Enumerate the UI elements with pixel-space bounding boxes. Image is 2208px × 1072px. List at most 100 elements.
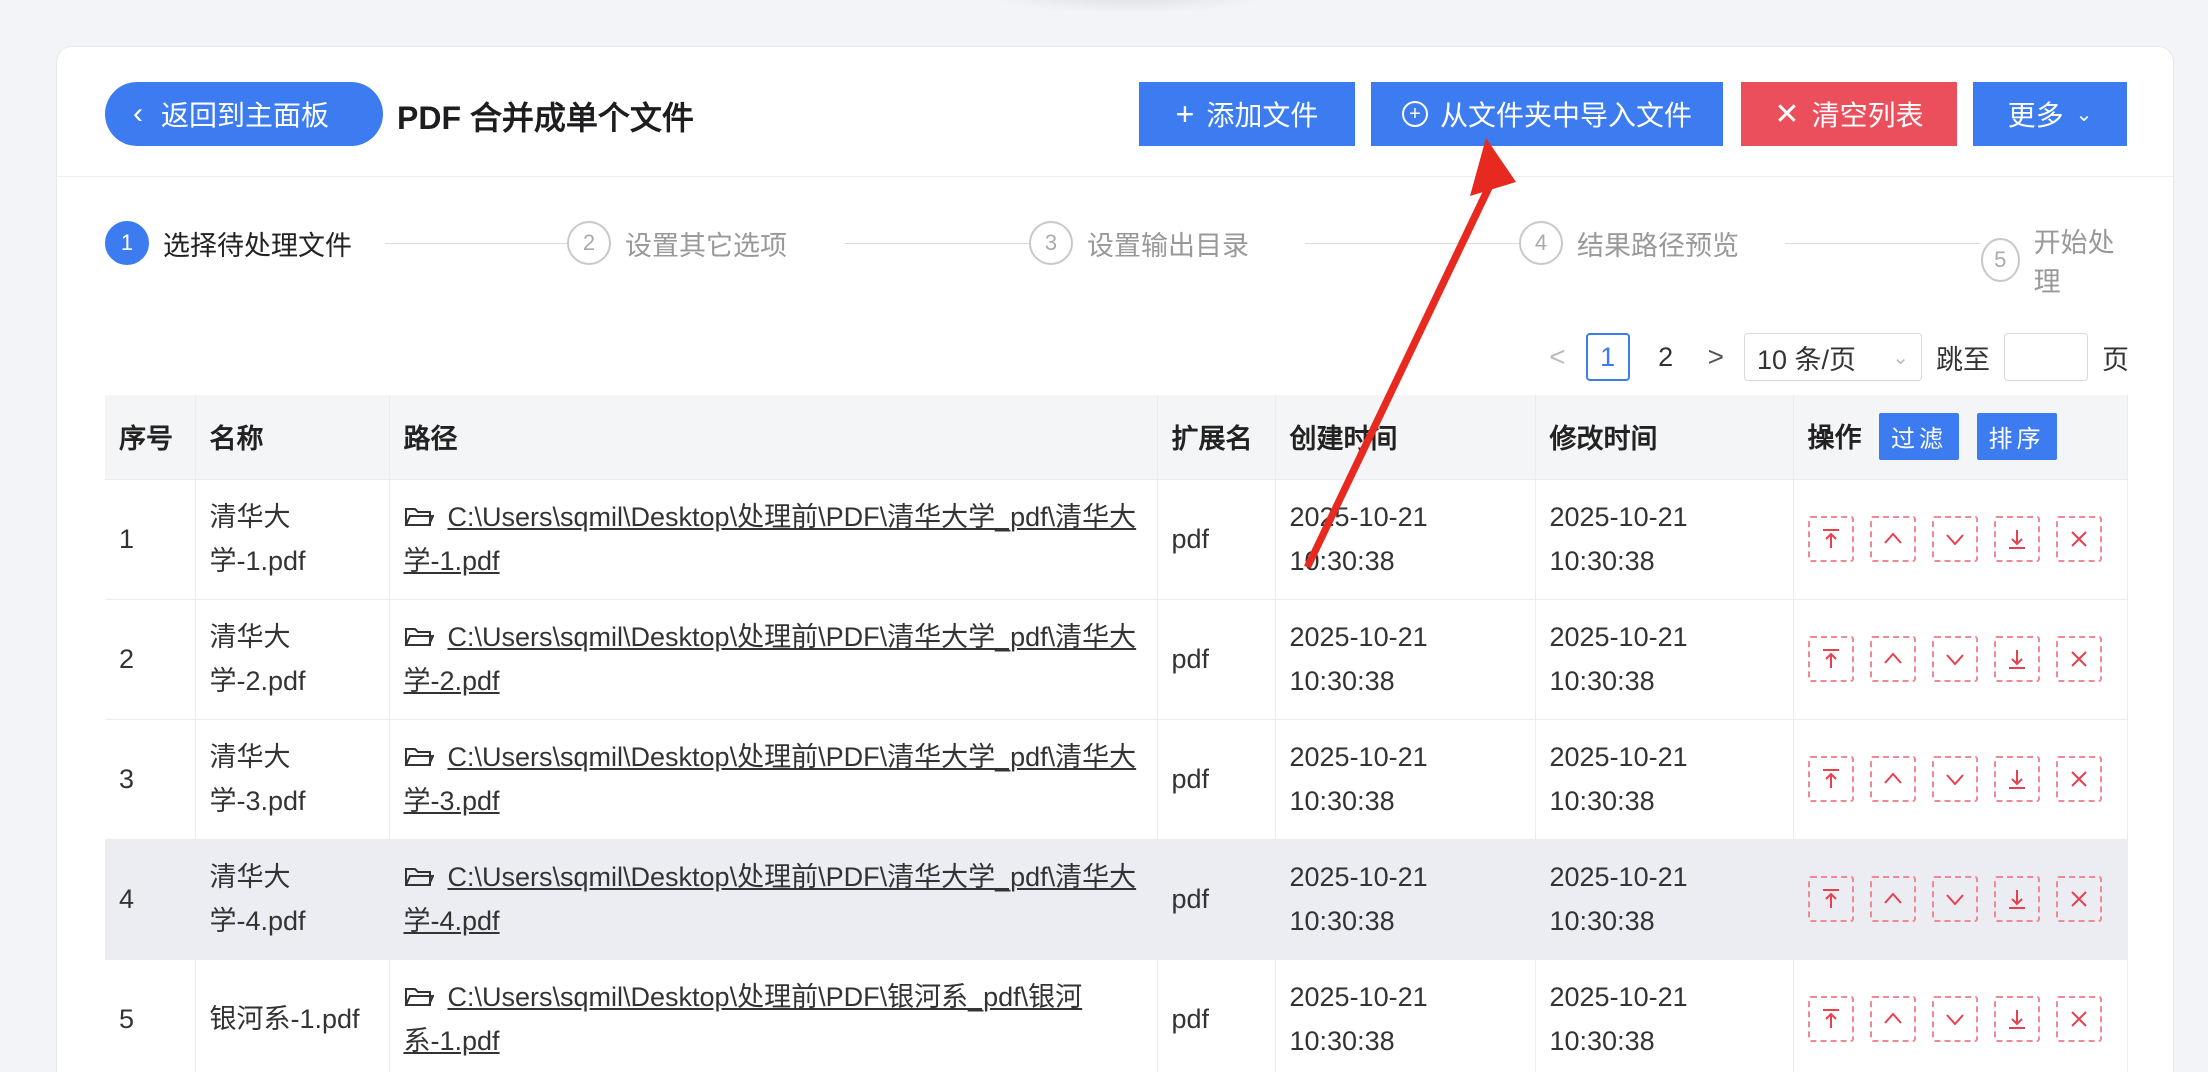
file-path-link[interactable]: C:\Users\sqmil\Desktop\处理前\PDF\清华大学_pdf\… — [404, 622, 1137, 696]
move-up-button[interactable] — [1869, 876, 1916, 922]
filter-button[interactable]: 过滤 — [1879, 413, 1960, 461]
step-label: 选择待处理文件 — [163, 230, 352, 261]
back-button-label: 返回到主面板 — [161, 100, 330, 131]
delete-row-button[interactable] — [2055, 516, 2102, 562]
page-suffix: 页 — [2102, 344, 2129, 375]
row-modified: 2025-10-21 10:30:38 — [1535, 599, 1794, 720]
move-down-button[interactable] — [1931, 876, 1978, 922]
delete-icon — [2065, 1005, 2093, 1033]
move-bottom-button[interactable] — [1993, 876, 2040, 922]
row-ops — [1793, 839, 2128, 960]
folder-icon — [404, 988, 434, 1006]
folder-icon — [404, 868, 434, 886]
file-path-link[interactable]: C:\Users\sqmil\Desktop\处理前\PDF\清华大学_pdf\… — [404, 502, 1137, 576]
jump-label: 跳至 — [1936, 344, 1990, 375]
add-file-button[interactable]: + 添加文件 — [1139, 82, 1355, 146]
step-4[interactable]: 4 结果路径预览 — [1519, 221, 1753, 265]
col-created-header: 创建时间 — [1275, 395, 1536, 480]
move-up-button[interactable] — [1869, 636, 1916, 682]
file-path-link[interactable]: C:\Users\sqmil\Desktop\处理前\PDF\清华大学_pdf\… — [404, 862, 1137, 936]
move-top-button[interactable] — [1807, 756, 1854, 802]
page-1-button[interactable]: 1 — [1585, 333, 1630, 381]
row-path: C:\Users\sqmil\Desktop\处理前\PDF\银河系_pdf\银… — [389, 959, 1158, 1072]
col-ops-header: 操作 过滤 排序 — [1793, 395, 2128, 480]
import-from-folder-button[interactable]: + 从文件夹中导入文件 — [1371, 82, 1723, 146]
move-up-icon — [1879, 1005, 1907, 1033]
table-row[interactable]: 4 清华大学-4.pdf C:\Users\sqmil\Desktop\处理前\PD… — [105, 839, 2128, 960]
move-bottom-icon — [2003, 525, 2031, 553]
step-number: 4 — [1519, 221, 1563, 265]
sort-button[interactable]: 排序 — [1976, 413, 2057, 461]
delete-row-button[interactable] — [2055, 996, 2102, 1042]
move-up-button[interactable] — [1869, 756, 1916, 802]
table-row[interactable]: 2 清华大学-2.pdf C:\Users\sqmil\Desktop\处理前\PD… — [105, 599, 2128, 720]
step-2[interactable]: 2 设置其它选项 — [567, 221, 801, 265]
row-name: 清华大学-1.pdf — [195, 479, 390, 600]
row-created: 2025-10-21 10:30:38 — [1275, 599, 1536, 720]
row-created: 2025-10-21 10:30:38 — [1275, 839, 1536, 960]
move-bottom-button[interactable] — [1993, 996, 2040, 1042]
step-number: 1 — [105, 221, 149, 265]
row-ops — [1793, 719, 2128, 840]
move-down-button[interactable] — [1931, 516, 1978, 562]
file-path-link[interactable]: C:\Users\sqmil\Desktop\处理前\PDF\清华大学_pdf\… — [404, 742, 1137, 816]
page-size-value: 10 条/页 — [1757, 344, 1857, 375]
row-path: C:\Users\sqmil\Desktop\处理前\PDF\清华大学_pdf\… — [389, 599, 1158, 720]
move-top-button[interactable] — [1807, 636, 1854, 682]
move-top-button[interactable] — [1807, 996, 1854, 1042]
folder-icon — [404, 748, 434, 766]
page-2-button[interactable]: 2 — [1644, 333, 1688, 381]
move-down-button[interactable] — [1931, 636, 1978, 682]
folder-icon — [404, 628, 434, 646]
move-down-button[interactable] — [1931, 756, 1978, 802]
clear-list-button[interactable]: ✕ 清空列表 — [1741, 82, 1957, 146]
move-top-button[interactable] — [1807, 876, 1854, 922]
more-dropdown-button[interactable]: 更多 ⌄ — [1973, 82, 2127, 146]
row-name: 清华大学-2.pdf — [195, 599, 390, 720]
step-5[interactable]: 5 开始处理 — [1981, 221, 2127, 299]
file-path-link[interactable]: C:\Users\sqmil\Desktop\处理前\PDF\银河系_pdf\银… — [404, 982, 1083, 1056]
prev-page-button[interactable]: < — [1543, 341, 1571, 373]
step-1[interactable]: 1 选择待处理文件 — [105, 221, 366, 265]
move-up-button[interactable] — [1869, 996, 1916, 1042]
delete-row-button[interactable] — [2055, 756, 2102, 802]
move-bottom-button[interactable] — [1993, 756, 2040, 802]
move-up-icon — [1879, 645, 1907, 673]
move-top-icon — [1817, 885, 1845, 913]
table-row[interactable]: 1 清华大学-1.pdf C:\Users\sqmil\Desktop\处理前\PD… — [105, 479, 2128, 600]
back-to-dashboard-button[interactable]: ‹ 返回到主面板 — [105, 82, 383, 146]
row-name: 清华大学-3.pdf — [195, 719, 390, 840]
close-icon: ✕ — [1774, 97, 1800, 131]
top-shadow — [980, 0, 1280, 14]
next-page-button[interactable]: > — [1702, 341, 1730, 373]
table-row[interactable]: 5 银河系-1.pdf C:\Users\sqmil\Desktop\处理前\PDF… — [105, 959, 2128, 1072]
move-top-button[interactable] — [1807, 516, 1854, 562]
row-modified: 2025-10-21 10:30:38 — [1535, 839, 1794, 960]
move-up-icon — [1879, 525, 1907, 553]
move-top-icon — [1817, 525, 1845, 553]
row-ext: pdf — [1157, 839, 1276, 960]
jump-page-input[interactable] — [2004, 333, 2088, 381]
move-bottom-button[interactable] — [1993, 636, 2040, 682]
move-up-button[interactable] — [1869, 516, 1916, 562]
step-number: 5 — [1981, 238, 2020, 282]
move-down-button[interactable] — [1931, 996, 1978, 1042]
page-size-select[interactable]: 10 条/页 ⌄ — [1744, 333, 1922, 381]
table-header-row: 序号 名称 路径 扩展名 创建时间 修改时间 操作 过滤 排序 — [105, 395, 2128, 480]
step-label: 开始处理 — [2033, 228, 2115, 297]
row-ops — [1793, 479, 2128, 600]
chevron-left-icon: ‹ — [133, 97, 143, 130]
delete-row-button[interactable] — [2055, 636, 2102, 682]
main-panel: ‹ 返回到主面板 PDF 合并成单个文件 + 添加文件 + 从文件夹中导入文件 … — [56, 46, 2174, 1072]
step-3[interactable]: 3 设置输出目录 — [1029, 221, 1263, 265]
row-modified: 2025-10-21 10:30:38 — [1535, 479, 1794, 600]
move-down-icon — [1941, 765, 1969, 793]
table-row[interactable]: 3 清华大学-3.pdf C:\Users\sqmil\Desktop\处理前\PD… — [105, 719, 2128, 840]
chevron-down-icon: ⌄ — [2075, 103, 2093, 126]
delete-icon — [2065, 525, 2093, 553]
row-path: C:\Users\sqmil\Desktop\处理前\PDF\清华大学_pdf\… — [389, 839, 1158, 960]
move-bottom-button[interactable] — [1993, 516, 2040, 562]
add-file-label: 添加文件 — [1206, 100, 1319, 131]
delete-row-button[interactable] — [2055, 876, 2102, 922]
move-bottom-icon — [2003, 765, 2031, 793]
